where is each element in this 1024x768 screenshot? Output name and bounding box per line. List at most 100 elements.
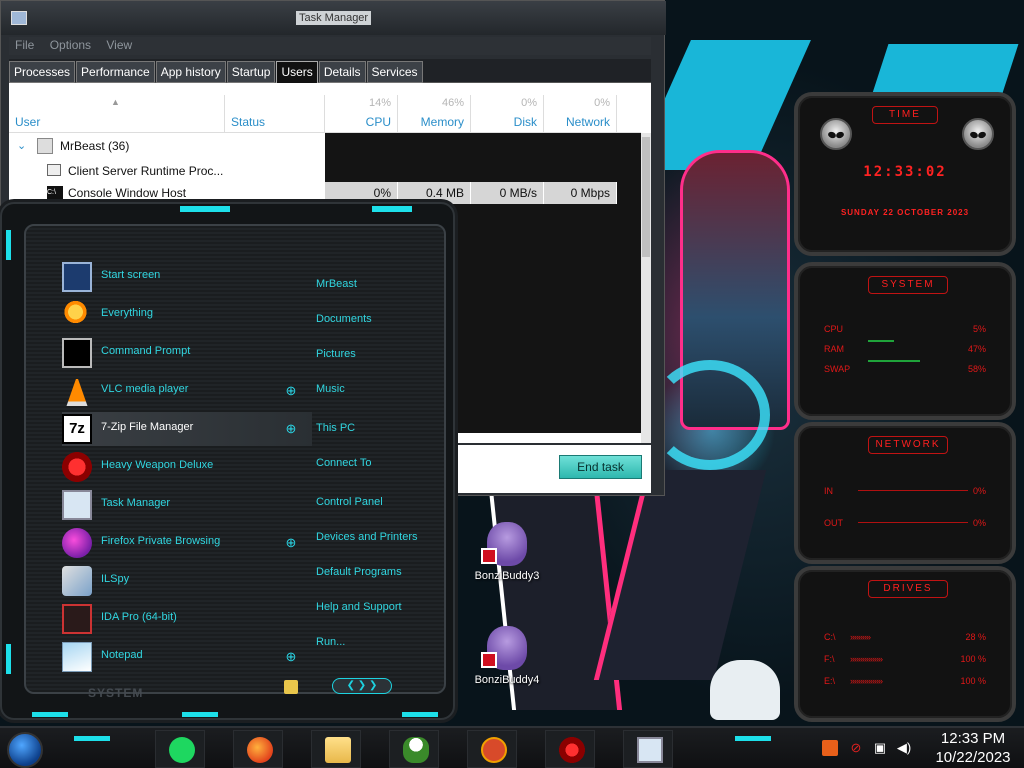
taskbar-button-powerpoint[interactable] [467, 730, 517, 768]
glow-accent [74, 736, 110, 741]
start-item-everything[interactable]: Everything [62, 298, 312, 332]
start-link-music[interactable]: Music [316, 383, 345, 395]
window-title: Task Manager [296, 11, 372, 25]
glow-accent [6, 230, 11, 260]
network-row-out: OUT 0% [824, 518, 986, 528]
taskbar-button-plant[interactable] [389, 730, 439, 768]
metric-label: E:\ [824, 676, 836, 686]
desktop-icon-label: BonziBuddy3 [474, 570, 540, 582]
taskbar-button-heavy-weapon[interactable] [545, 730, 595, 768]
tab-performance[interactable]: Performance [76, 61, 155, 83]
start-item-heavy-weapon[interactable]: Heavy Weapon Deluxe [62, 450, 312, 484]
taskbar-button-file-explorer[interactable] [311, 730, 361, 768]
scrollbar-thumb[interactable] [642, 137, 650, 257]
start-link-run[interactable]: Run... [316, 636, 345, 648]
start-link-control-panel[interactable]: Control Panel [316, 496, 383, 508]
glow-accent [180, 206, 230, 212]
expand-arrow-icon[interactable]: ⊕ [284, 650, 298, 664]
column-percent: 14% [368, 97, 391, 109]
clock-date: 10/22/2023 [935, 749, 1011, 766]
tab-processes[interactable]: Processes [9, 61, 76, 83]
start-item-7zip[interactable]: 7z 7-Zip File Manager [62, 412, 312, 446]
start-item-ida-pro[interactable]: IDA Pro (64-bit) [62, 602, 312, 636]
taskbar-button-firefox[interactable] [233, 730, 283, 768]
start-link-help-support[interactable]: Help and Support [316, 601, 402, 613]
menu-options[interactable]: Options [50, 38, 91, 52]
metric-label: OUT [824, 518, 843, 528]
column-header-disk[interactable]: 0% Disk [471, 95, 544, 133]
process-window-icon [47, 164, 61, 176]
start-item-ilspy[interactable]: ILSpy [62, 564, 312, 598]
task-manager-icon [11, 11, 27, 25]
start-item-label: ILSpy [101, 573, 130, 585]
metric-label: F:\ [824, 654, 835, 664]
start-link-mrbeast[interactable]: MrBeast [316, 278, 357, 290]
widget-title: SYSTEM [868, 276, 948, 294]
start-menu-footer-label: SYSTEM [88, 686, 144, 700]
monitor-icon[interactable]: ▣ [872, 740, 888, 756]
title-bar[interactable]: Task Manager [1, 1, 666, 35]
taskbar-button-spotify[interactable] [155, 730, 205, 768]
ram-graph-line [868, 360, 920, 362]
menu-view[interactable]: View [106, 38, 132, 52]
7zip-icon: 7z [62, 414, 92, 444]
ilspy-icon [62, 566, 92, 596]
metric-value: 0% [972, 486, 986, 496]
start-menu-panel: Start screen Everything Command Prompt V… [24, 224, 446, 694]
metric-label: IN [824, 486, 833, 496]
start-item-command-prompt[interactable]: Command Prompt [62, 336, 312, 370]
start-link-connect-to[interactable]: Connect To [316, 457, 371, 469]
system-tray: ⊘ ▣ ◀) [822, 736, 922, 762]
system-row-cpu: CPU 5% [824, 324, 986, 334]
everything-search-icon [62, 300, 92, 330]
tab-app-history[interactable]: App history [155, 61, 226, 83]
metric-value: 58% [967, 364, 986, 374]
system-widget: SYSTEM CPU 5% RAM 47% SWAP 58% [794, 262, 1016, 420]
cell-network: 0 Mbps [544, 182, 617, 204]
expand-arrow-icon[interactable]: ⊕ [284, 384, 298, 398]
column-header-cpu[interactable]: 14% CPU [325, 95, 398, 133]
start-item-vlc[interactable]: VLC media player [62, 374, 312, 408]
expand-arrow-icon[interactable]: ⊕ [284, 536, 298, 550]
end-task-button[interactable]: End task [559, 455, 642, 479]
start-item-start-screen[interactable]: Start screen [62, 260, 312, 294]
power-options-button[interactable]: ❮ ❯ ❯ [332, 678, 392, 694]
notes-icon[interactable] [284, 680, 298, 694]
start-button[interactable] [7, 732, 43, 768]
table-row[interactable]: C:\ Console Window Host 0% 0.4 MB 0 MB/s… [9, 182, 641, 204]
tab-users[interactable]: Users [276, 61, 318, 85]
start-item-notepad[interactable]: Notepad [62, 640, 312, 674]
volume-icon[interactable]: ◀) [896, 740, 912, 756]
vertical-scrollbar[interactable] [641, 133, 651, 443]
start-item-label: Everything [101, 307, 153, 319]
menu-file[interactable]: File [15, 38, 34, 52]
start-item-task-manager[interactable]: Task Manager [62, 488, 312, 522]
desktop-icon-bonzibuddy3[interactable]: BonziBuddy3 [462, 522, 552, 582]
expand-arrow-icon[interactable]: ⊕ [284, 422, 298, 436]
column-header-network[interactable]: 0% Network [544, 95, 617, 133]
desktop-icon-bonzibuddy4[interactable]: BonziBuddy4 [462, 626, 552, 686]
start-link-pictures[interactable]: Pictures [316, 348, 356, 360]
column-header-memory[interactable]: 46% Memory [398, 95, 471, 133]
table-row[interactable]: Client Server Runtime Proc... [9, 160, 641, 182]
tab-details[interactable]: Details [318, 61, 366, 83]
table-row-user[interactable]: ⌄ MrBeast (36) [9, 135, 641, 157]
metric-value: 0% [972, 518, 986, 528]
taskbar-clock[interactable]: 12:33 PM 10/22/2023 [928, 728, 1018, 768]
collapse-chevron-icon[interactable]: ⌄ [17, 139, 26, 152]
tab-services[interactable]: Services [366, 61, 423, 83]
tab-strip: Processes Performance App history Startup Us… [9, 59, 651, 85]
start-link-documents[interactable]: Documents [316, 313, 372, 325]
column-header-user[interactable]: User [9, 95, 225, 133]
column-header-status[interactable]: Status [225, 95, 325, 133]
start-link-devices-printers[interactable]: Devices and Printers [316, 531, 418, 543]
taskbar-button-task-manager[interactable] [623, 730, 673, 768]
flash-icon[interactable] [822, 740, 838, 756]
network-blocked-icon[interactable]: ⊘ [848, 740, 864, 756]
tab-startup[interactable]: Startup [226, 61, 276, 83]
drive-usage-bar: »»»»» [850, 632, 871, 642]
start-item-firefox-private[interactable]: Firefox Private Browsing [62, 526, 312, 560]
drive-usage-bar: »»»»»»»» [850, 654, 883, 664]
start-link-default-programs[interactable]: Default Programs [316, 566, 402, 578]
start-link-this-pc[interactable]: This PC [316, 422, 355, 434]
